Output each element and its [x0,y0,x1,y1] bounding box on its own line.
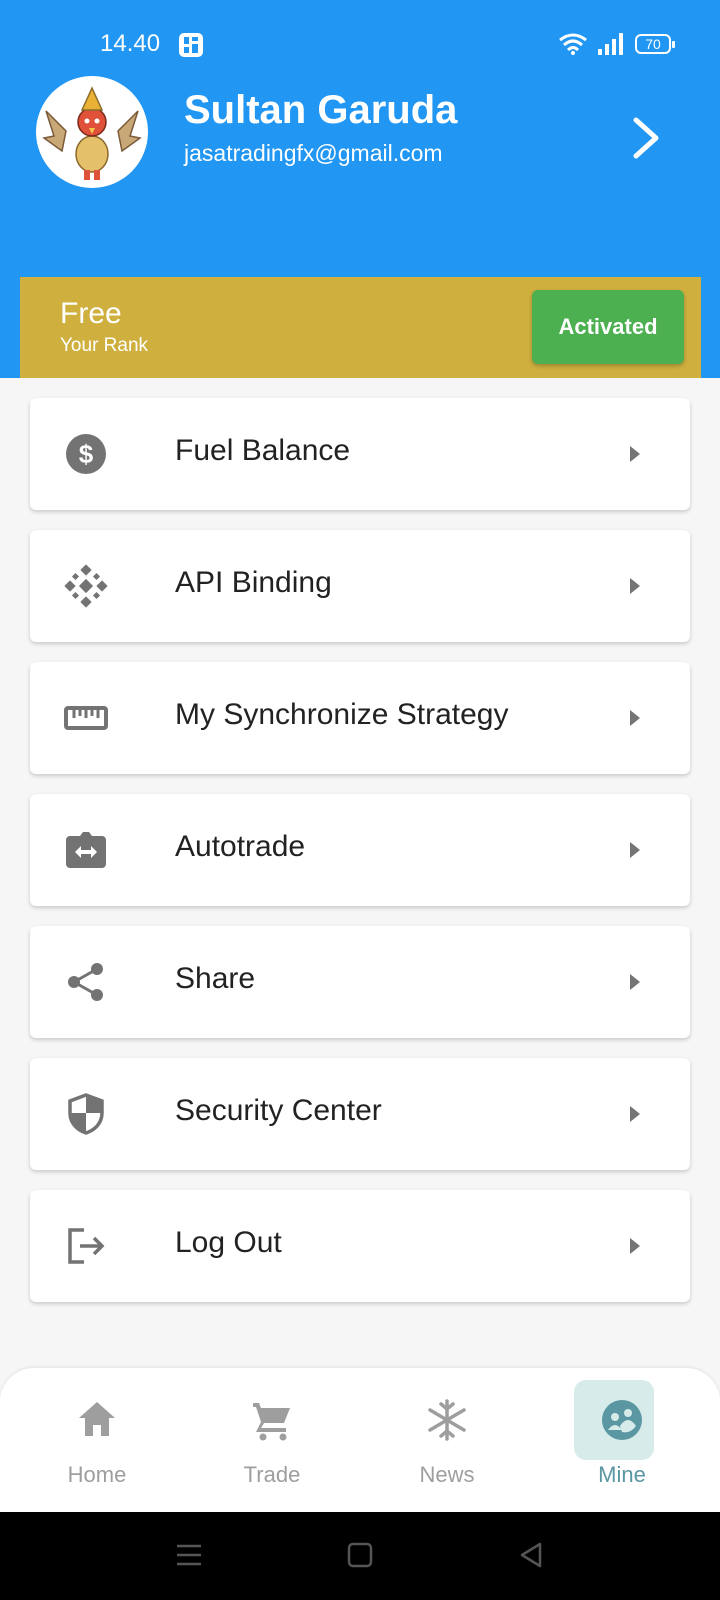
menu-item-autotrade[interactable]: Autotrade [30,794,690,906]
snowflake-icon [428,1399,466,1441]
nav-home[interactable]: Home [7,1368,187,1512]
mine-icon [602,1400,642,1440]
profile-name: Sultan Garuda [184,88,458,132]
swap-icon [66,832,106,868]
caret-right-icon [630,446,640,462]
home-square-icon[interactable] [347,1542,373,1568]
battery-icon: 70 [635,34,675,54]
share-icon [68,963,103,1001]
ruler-icon [64,706,108,730]
menu-item-fuel-balance[interactable]: $ Fuel Balance [30,398,690,510]
status-time: 14.40 [100,30,161,57]
menu-item-security-center[interactable]: Security Center [30,1058,690,1170]
nav-trade[interactable]: Trade [182,1368,362,1512]
cart-icon [253,1403,290,1441]
caret-right-icon [630,710,640,726]
shield-icon [68,1093,104,1135]
activated-button[interactable]: Activated [532,290,684,364]
menu-item-label: Fuel Balance [175,434,351,467]
svg-text:$: $ [79,439,94,469]
chevron-right-icon[interactable] [630,116,662,160]
menu-item-label: Share [175,962,256,995]
caret-right-icon [630,1238,640,1254]
battery-level: 70 [645,36,661,52]
back-icon[interactable] [518,1542,544,1568]
menu-item-api-binding[interactable]: API Binding [30,530,690,642]
signal-icon [598,33,623,55]
caret-right-icon [630,578,640,594]
dollar-icon: $ [66,434,106,474]
status-bar: 14.40 70 [0,0,720,90]
caret-right-icon [630,974,640,990]
menu-item-label: My Synchronize Strategy [175,698,509,731]
rank-banner: Free Your Rank Activated [20,277,701,378]
nav-label: Trade [243,1462,301,1487]
menu-item-label: Autotrade [175,830,306,863]
menu-icon[interactable] [175,1542,203,1568]
menu-item-label: Security Center [175,1094,382,1127]
nav-label: Mine [598,1462,646,1487]
profile-header: 14.40 70 Sultan Garuda jasatradingfx@gma… [0,0,720,378]
rank-name: Free [60,297,122,330]
nav-mine[interactable]: Mine [532,1368,712,1512]
menu-item-label: Log Out [175,1226,282,1259]
system-navigation-bar [0,1512,720,1600]
binance-icon [64,564,108,608]
home-icon [79,1402,115,1436]
bottom-navigation: Home Trade News Mine [0,1368,720,1512]
caret-right-icon [630,842,640,858]
profile-email: jasatradingfx@gmail.com [184,140,443,166]
rank-label: Your Rank [60,335,149,356]
caret-right-icon [630,1106,640,1122]
menu-item-synchronize-strategy[interactable]: My Synchronize Strategy [30,662,690,774]
avatar[interactable] [36,76,148,188]
app-notification-icon [179,33,203,57]
nav-news[interactable]: News [357,1368,537,1512]
nav-label: Home [67,1462,127,1487]
menu-item-log-out[interactable]: Log Out [30,1190,690,1302]
nav-label: News [419,1462,475,1487]
menu-item-share[interactable]: Share [30,926,690,1038]
wifi-icon [559,33,587,55]
logout-icon [68,1228,105,1264]
menu-item-label: API Binding [175,566,332,599]
garuda-mascot-image [42,86,142,180]
